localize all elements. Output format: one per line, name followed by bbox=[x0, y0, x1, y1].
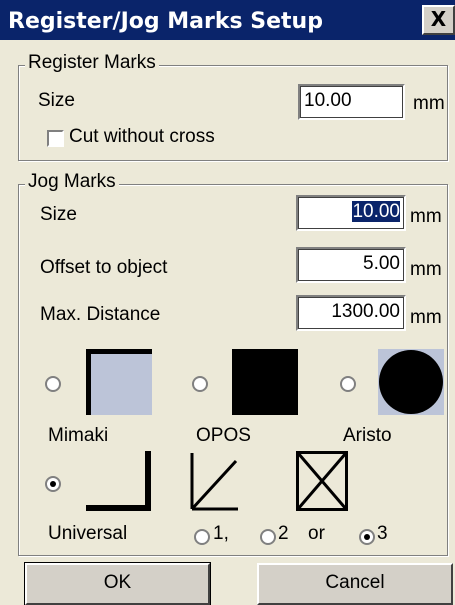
universal-radio[interactable] bbox=[45, 476, 61, 492]
register-size-unit: mm bbox=[413, 93, 445, 114]
universal-option-3-radio[interactable] bbox=[359, 529, 375, 545]
offset-unit: mm bbox=[410, 259, 442, 280]
universal-option-2-radio[interactable] bbox=[260, 529, 276, 545]
opos-label: OPOS bbox=[196, 425, 251, 446]
universal-option-1-label: 1, bbox=[213, 523, 229, 544]
offset-input[interactable]: 5.00 bbox=[296, 247, 406, 283]
jog-size-input[interactable]: 10.00 bbox=[296, 195, 406, 231]
universal-label: Universal bbox=[48, 523, 128, 544]
universal-option-3-label: 3 bbox=[377, 523, 388, 544]
max-distance-input[interactable]: 1300.00 bbox=[296, 295, 406, 331]
jog-size-label: Size bbox=[40, 204, 77, 225]
jog-size-value: 10.00 bbox=[352, 201, 400, 222]
opos-mark-icon bbox=[232, 349, 298, 415]
cut-without-cross-label: Cut without cross bbox=[69, 126, 215, 147]
universal-option-2-label: 2 bbox=[278, 523, 289, 544]
window-title: Register/Jog Marks Setup bbox=[8, 9, 323, 34]
ok-button[interactable]: OK bbox=[24, 562, 211, 605]
aristo-mark-icon bbox=[378, 349, 444, 415]
aristo-radio[interactable] bbox=[340, 376, 356, 392]
title-bar: Register/Jog Marks Setup X bbox=[0, 0, 455, 40]
offset-label: Offset to object bbox=[40, 257, 168, 278]
cancel-button[interactable]: Cancel bbox=[257, 563, 453, 605]
mimaki-radio[interactable] bbox=[45, 376, 61, 392]
aristo-label: Aristo bbox=[343, 425, 392, 446]
jog-marks-legend: Jog Marks bbox=[25, 171, 119, 193]
or-label: or bbox=[308, 523, 325, 544]
register-size-input[interactable]: 10.00 bbox=[298, 84, 405, 120]
max-distance-unit: mm bbox=[410, 307, 442, 328]
universal-option-1-radio[interactable] bbox=[194, 529, 210, 545]
jog-size-unit: mm bbox=[410, 206, 442, 227]
close-button[interactable]: X bbox=[422, 5, 455, 35]
max-distance-label: Max. Distance bbox=[40, 304, 161, 325]
register-size-label: Size bbox=[38, 90, 75, 111]
mimaki-label: Mimaki bbox=[48, 425, 109, 446]
universal-style-2-icon bbox=[296, 451, 348, 511]
mimaki-mark-icon bbox=[86, 349, 152, 415]
universal-mark-icon bbox=[86, 451, 151, 511]
register-marks-legend: Register Marks bbox=[25, 52, 159, 74]
cut-without-cross-checkbox[interactable] bbox=[47, 130, 64, 147]
universal-style-1-icon bbox=[190, 453, 238, 511]
opos-radio[interactable] bbox=[192, 376, 208, 392]
